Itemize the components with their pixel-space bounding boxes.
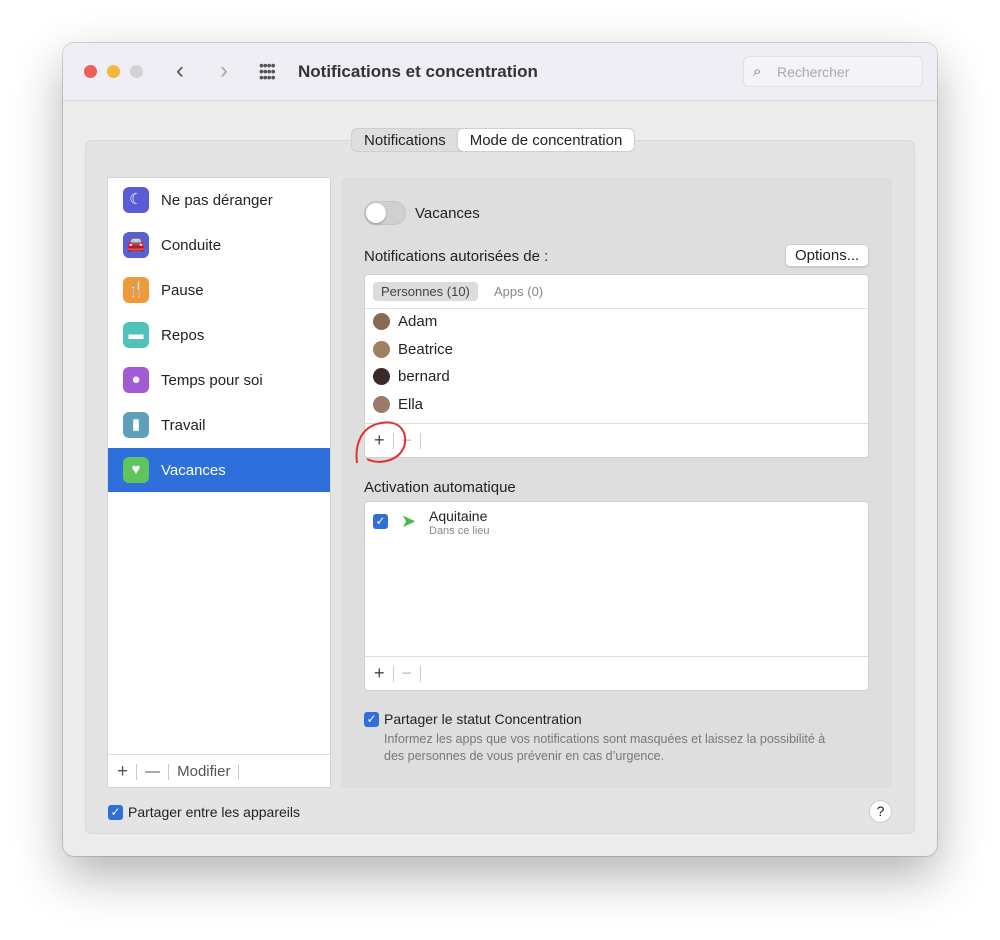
avatar [373, 395, 390, 413]
sidebar-item-label: Ne pas déranger [161, 191, 273, 209]
person-row[interactable]: Ella [373, 395, 424, 413]
avatar [373, 340, 390, 358]
person-row[interactable]: Adam [373, 313, 437, 330]
avatar [373, 368, 390, 385]
person-name: Ella [398, 395, 424, 413]
focus-toggle[interactable] [364, 201, 406, 225]
focus-detail: Vacances Notifications autorisées de : O… [341, 177, 892, 788]
forward-chevron-icon[interactable]: › [220, 57, 228, 85]
avatar [373, 313, 390, 330]
share-status-checkbox[interactable]: ✓ [364, 712, 379, 727]
add-auto-button[interactable]: + [374, 663, 385, 684]
aquitaine-checkbox[interactable]: ✓ [373, 514, 388, 529]
moon-icon: ☾ [123, 187, 149, 213]
tab-apps[interactable]: Apps (0) [494, 284, 543, 299]
red-circle-annotation [355, 421, 407, 464]
sidebar-item-label: Travail [161, 416, 206, 434]
sidebar-item-5[interactable]: ▮ Travail [108, 403, 330, 447]
sidebar-item-label: Pause [161, 281, 204, 299]
people-toolbar: + − [365, 423, 868, 457]
window-title: Notifications et concentration [298, 62, 538, 81]
sidebar-toolbar: + — Modifier [108, 754, 330, 788]
share-devices-label: Partager entre les appareils [128, 804, 300, 820]
person-row[interactable]: bernard [373, 368, 450, 385]
sidebar-item-label: Temps pour soi [161, 371, 263, 389]
fork-knife-icon: 🍴 [123, 277, 149, 303]
close-button[interactable] [84, 65, 97, 78]
options-button[interactable]: Options... [785, 244, 870, 267]
person-name: Beatrice [398, 340, 454, 358]
focus-sidebar: ☾ Ne pas déranger 🚘 Conduite 🍴 Pause ▬ Repos ● Te… [107, 177, 331, 788]
search-input[interactable]: Rechercher [743, 56, 923, 87]
sidebar-item-0[interactable]: ☾ Ne pas déranger [108, 178, 330, 222]
sidebar-item-label: Repos [161, 326, 205, 344]
heart-icon: ♥ [123, 457, 149, 483]
auto-activation-list: ✓ ➤ Aquitaine Dans ce lieu + − [364, 501, 869, 691]
help-button[interactable]: ? [869, 800, 892, 823]
auto-activation-label: Activation automatique [364, 479, 516, 496]
back-chevron-icon[interactable]: ‹ [176, 57, 184, 85]
sidebar-item-label: Vacances [161, 461, 226, 479]
car-icon: 🚘 [123, 232, 149, 258]
zoom-button[interactable] [130, 65, 143, 78]
focus-name: Vacances [415, 205, 480, 222]
share-status-label: Partager le statut Concentration [384, 711, 582, 727]
tab-bar: Notifications Mode de concentration [351, 128, 636, 152]
sidebar-item-2[interactable]: 🍴 Pause [108, 268, 330, 312]
auto-item-subtitle: Dans ce lieu [429, 525, 490, 537]
sidebar-item-4[interactable]: ● Temps pour soi [108, 358, 330, 402]
allowed-list: Personnes (10) Apps (0) Adam Beatrice bern… [355, 274, 869, 464]
auto-toolbar: + − [365, 656, 868, 690]
title-bar: ‹ › •••• •••• •••• Notifications et concen… [63, 43, 937, 101]
sidebar-item-3[interactable]: ▬ Repos [108, 313, 330, 357]
remove-auto-button[interactable]: − [402, 663, 413, 684]
tab-focus-mode[interactable]: Mode de concentration [457, 129, 635, 151]
sidebar-item-1[interactable]: 🚘 Conduite [108, 223, 330, 267]
person-name: Adam [398, 313, 438, 330]
location-arrow-icon: ➤ [401, 511, 417, 531]
auto-item-title: Aquitaine [429, 508, 488, 524]
person-icon: ● [123, 367, 149, 393]
bed-icon: ▬ [123, 322, 149, 348]
grid-icon[interactable]: •••• •••• •••• [259, 58, 276, 84]
tab-people[interactable]: Personnes (10) [373, 282, 478, 301]
tab-notifications[interactable]: Notifications [352, 129, 458, 151]
badge-icon: ▮ [123, 412, 149, 438]
sidebar-item-label: Conduite [161, 236, 222, 254]
remove-focus-button[interactable]: — [145, 763, 160, 780]
share-status-description: Informez les apps que vos notifications … [384, 732, 826, 763]
allowed-label: Notifications autorisées de : [364, 248, 549, 265]
minimize-button[interactable] [107, 65, 120, 78]
window: ‹ › •••• •••• •••• Notifications et concen… [63, 43, 937, 856]
share-devices-checkbox[interactable]: ✓ [108, 805, 123, 820]
search-icon: ⌕ [753, 63, 762, 80]
sidebar-item-6[interactable]: ♥ Vacances [108, 448, 330, 492]
person-name: bernard [398, 368, 450, 385]
add-focus-button[interactable]: + [117, 761, 128, 783]
modify-button[interactable]: Modifier [177, 763, 230, 780]
person-row[interactable]: Beatrice [373, 340, 454, 358]
